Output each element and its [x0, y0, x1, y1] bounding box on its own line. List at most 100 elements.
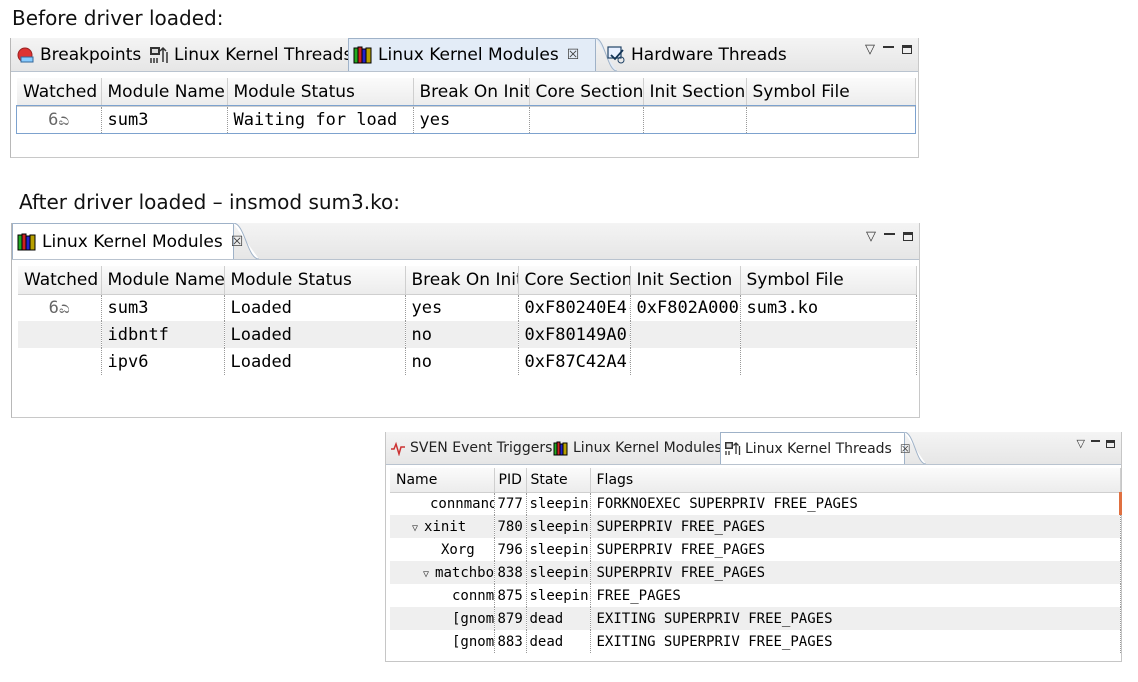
table-row[interactable]: ▽ xinit 780 sleepin SUPERPRIV FREE_PAGES: [390, 515, 1121, 538]
cell-pid: 838: [494, 561, 527, 584]
minimize-icon[interactable]: [1091, 439, 1100, 442]
cell-state: sleepin: [526, 515, 591, 538]
view-controls: ▽: [866, 229, 913, 244]
tab-label: Breakpoints: [40, 44, 142, 65]
close-icon[interactable]: ☒: [567, 47, 580, 63]
view-menu-icon[interactable]: ▽: [866, 229, 876, 244]
glasses-icon[interactable]: 6ಎ: [18, 294, 102, 321]
hardware-threads-icon: [607, 45, 626, 64]
column-header-core-section[interactable]: Core Section: [529, 78, 644, 107]
table-row[interactable]: [gnom 879 dead EXITING SUPERPRIV FREE_PA…: [390, 607, 1121, 630]
cell-name: [gnom: [390, 630, 495, 653]
cell-name: ▽ xinit: [390, 515, 495, 538]
cell-module-name: ipv6: [101, 348, 225, 375]
tab-hardware-threads[interactable]: Hardware Threads: [603, 38, 787, 71]
column-header-module-status[interactable]: Module Status: [224, 266, 406, 295]
maximize-icon[interactable]: [902, 45, 912, 54]
tab-curve: [904, 432, 926, 464]
caption-after: After driver loaded – insmod sum3.ko:: [19, 190, 400, 214]
table-row[interactable]: ▽ matchbo 838 sleepin SUPERPRIV FREE_PAGE…: [390, 561, 1121, 584]
minimize-icon[interactable]: [884, 232, 895, 235]
table-row[interactable]: connmand 777 sleepin FORKNOEXEC SUPERPRI…: [390, 492, 1122, 515]
cell-module-status: Loaded: [224, 321, 406, 348]
modules-table: Watched Module Name Module Status Break …: [16, 78, 916, 134]
column-header-break-on-init[interactable]: Break On Init: [413, 78, 530, 107]
cell-break-on-init: yes: [413, 106, 530, 133]
column-header-watched[interactable]: Watched: [18, 266, 102, 295]
column-header-pid[interactable]: PID: [494, 468, 527, 493]
cell-name: connm: [390, 584, 495, 607]
column-header-name[interactable]: Name: [390, 468, 495, 493]
kernel-modules-books-icon: [353, 46, 373, 64]
table-row[interactable]: 6ಎ sum3 Waiting for load yes: [16, 105, 916, 134]
column-header-init-section[interactable]: Init Section: [630, 266, 741, 295]
watched-cell[interactable]: [18, 321, 102, 348]
table-row[interactable]: 6ಎ sum3 Loaded yes 0xF80240E4- 0xF802A00…: [18, 294, 917, 321]
cell-flags: EXITING SUPERPRIV FREE_PAGES: [590, 630, 1121, 653]
view-controls: ▽: [1077, 437, 1115, 450]
table-row[interactable]: ipv6 Loaded no 0xF87C42A4-: [18, 348, 917, 375]
column-header-symbol-file[interactable]: Symbol File: [740, 266, 917, 295]
cell-pid: 796: [494, 538, 527, 561]
tab-linux-kernel-threads[interactable]: Linux Kernel Threads: [147, 38, 352, 71]
column-header-module-status[interactable]: Module Status: [227, 78, 414, 107]
cell-module-name: sum3: [101, 294, 225, 321]
tab-label: SVEN Event Triggers: [410, 440, 553, 456]
tab-linux-kernel-modules[interactable]: Linux Kernel Modules: [550, 432, 722, 464]
tab-sven-event-triggers[interactable]: SVEN Event Triggers: [388, 432, 553, 464]
cell-state: sleepin: [526, 492, 591, 515]
tab-linux-kernel-modules[interactable]: Linux Kernel Modules ☒: [12, 223, 243, 259]
cell-module-name: idbntf: [101, 321, 225, 348]
row-name-label: xinit: [424, 518, 467, 535]
modules-view-after: Linux Kernel Modules ☒ ▽ Watched Module …: [11, 223, 920, 418]
kernel-threads-icon: [149, 46, 169, 64]
cell-name: connmand: [390, 492, 495, 515]
watched-cell[interactable]: [18, 348, 102, 375]
column-header-watched[interactable]: Watched: [17, 78, 102, 107]
cell-break-on-init: no: [405, 321, 519, 348]
table-row[interactable]: Xorg 796 sleepin SUPERPRIV FREE_PAGES: [390, 538, 1121, 561]
glasses-icon[interactable]: 6ಎ: [17, 106, 102, 133]
column-header-break-on-init[interactable]: Break On Init: [405, 266, 519, 295]
view-controls: ▽: [865, 42, 912, 57]
expand-twisty-icon[interactable]: ▽: [412, 523, 418, 534]
column-header-module-name[interactable]: Module Name: [101, 78, 228, 107]
cell-pid: 879: [494, 607, 527, 630]
column-header-module-name[interactable]: Module Name: [101, 266, 225, 295]
view-menu-icon[interactable]: ▽: [865, 42, 875, 57]
tab-label: Linux Kernel Threads: [745, 440, 892, 457]
cell-flags: FORKNOEXEC SUPERPRIV FREE_PAGES: [590, 492, 1122, 515]
view-menu-icon[interactable]: ▽: [1077, 437, 1085, 450]
maximize-icon[interactable]: [1106, 439, 1115, 448]
kernel-modules-books-icon: [17, 233, 37, 251]
cell-name: Xorg: [390, 538, 495, 561]
cell-init-section: [643, 106, 747, 133]
column-header-state[interactable]: State: [526, 468, 591, 493]
table-row[interactable]: connm 875 sleepin FREE_PAGES: [390, 584, 1121, 607]
cell-core-section: 0xF87C42A4-: [518, 348, 631, 375]
tab-label: Hardware Threads: [631, 44, 787, 65]
minimize-icon[interactable]: [883, 45, 894, 48]
expand-twisty-icon[interactable]: ▽: [423, 569, 429, 580]
tab-linux-kernel-threads[interactable]: Linux Kernel Threads ☒: [720, 432, 911, 464]
table-row[interactable]: idbntf Loaded no 0xF80149A0-: [18, 321, 917, 348]
tab-curve: [233, 223, 259, 259]
threads-table: Name PID State Flags connmand 777 sleepi…: [390, 468, 1122, 653]
column-header-flags[interactable]: Flags: [590, 468, 1121, 493]
table-row[interactable]: [gnom 883 dead EXITING SUPERPRIV FREE_PA…: [390, 630, 1121, 653]
maximize-icon[interactable]: [903, 232, 913, 241]
cell-symbol-file: sum3.ko: [740, 294, 917, 321]
tab-linux-kernel-modules[interactable]: Linux Kernel Modules ☒: [348, 38, 596, 71]
modules-view-before: Breakpoints Linux Kernel Threads Linux K…: [10, 38, 919, 158]
caption-before: Before driver loaded:: [12, 6, 224, 30]
column-header-core-section[interactable]: Core Section: [518, 266, 631, 295]
cell-state: dead: [526, 630, 591, 653]
table-header-row: Watched Module Name Module Status Break …: [18, 266, 917, 295]
cell-flags: EXITING SUPERPRIV FREE_PAGES: [590, 607, 1121, 630]
column-header-init-section[interactable]: Init Section: [643, 78, 747, 107]
column-header-symbol-file[interactable]: Symbol File: [746, 78, 916, 107]
tab-breakpoints[interactable]: Breakpoints: [13, 38, 145, 71]
cell-init-section: [630, 321, 741, 348]
cell-module-name: sum3: [101, 106, 228, 133]
cell-state: sleepin: [526, 538, 591, 561]
